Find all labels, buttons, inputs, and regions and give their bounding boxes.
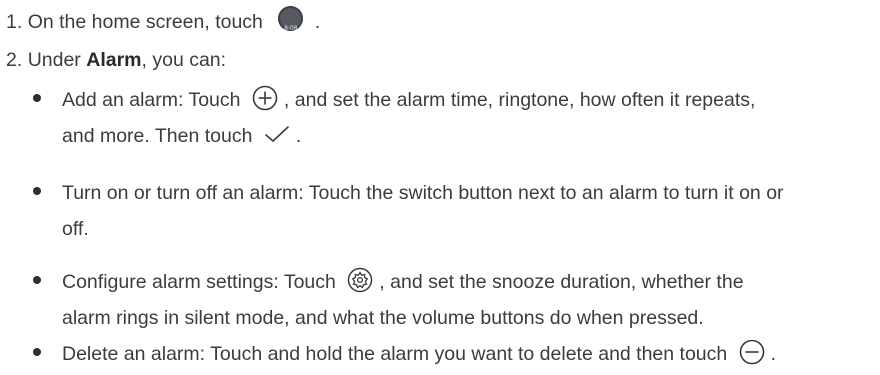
bullet-delete-alarm: Delete an alarm: Touch and hold the alar…	[33, 336, 868, 372]
bullet-text-cont: , and set the snooze duration, whether t…	[379, 271, 744, 293]
checkmark-icon	[265, 126, 289, 142]
step-text-end: .	[314, 11, 321, 33]
step-2: 2. Under Alarm, you can:	[6, 46, 226, 74]
bullet-dot	[33, 187, 41, 195]
bullet-text-end: .	[295, 125, 302, 147]
step-text-end: , you can:	[141, 49, 227, 71]
bullet-text: Configure alarm settings: Touch	[62, 271, 336, 293]
bullet-toggle-alarm: Turn on or turn off an alarm: Touch the …	[33, 175, 868, 247]
step-1: 1. On the home screen, touch 8:08 .	[6, 6, 321, 36]
bullet-dot	[33, 276, 41, 284]
settings-gear-icon	[348, 267, 373, 293]
step-text: Under	[27, 49, 81, 71]
bullet-text: Add an alarm: Touch	[62, 89, 241, 111]
alarm-heading: Alarm	[86, 49, 142, 71]
bullet-text-line2: alarm rings in silent mode, and what the…	[62, 307, 704, 329]
bullet-dot	[33, 348, 41, 356]
step-number: 2.	[6, 49, 23, 71]
step-text: On the home screen, touch	[27, 11, 263, 33]
bullet-text-cont: , and set the alarm time, ringtone, how …	[283, 89, 756, 111]
bullet-text-line2: off.	[62, 218, 89, 240]
clock-app-icon: 8:08	[278, 6, 304, 32]
add-circle-icon	[252, 85, 278, 111]
bullet-dot	[33, 94, 41, 102]
bullet-text-end: .	[770, 343, 777, 365]
bullet-text-line2: and more. Then touch	[62, 125, 253, 147]
remove-circle-icon	[739, 339, 764, 365]
step-number: 1.	[6, 11, 23, 33]
bullet-text: Turn on or turn off an alarm: Touch the …	[62, 182, 784, 204]
bullet-text: Delete an alarm: Touch and hold the alar…	[62, 343, 728, 365]
bullet-configure-settings: Configure alarm settings: Touch , and se…	[33, 264, 868, 336]
bullet-add-alarm: Add an alarm: Touch , and set the alarm …	[33, 82, 868, 154]
